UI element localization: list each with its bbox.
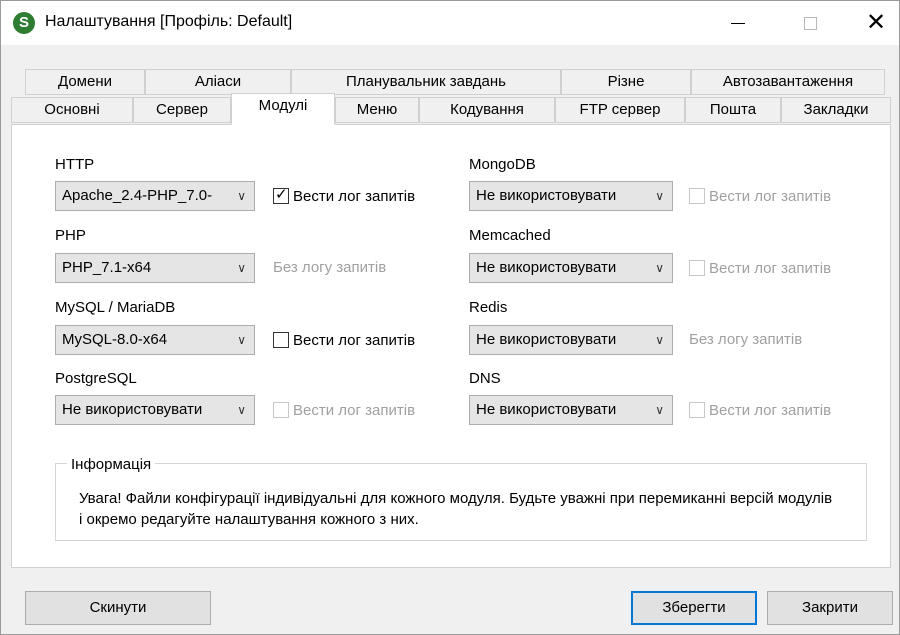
close-icon: ✕ bbox=[865, 9, 887, 36]
dns-log-label: Вести лог запитів bbox=[709, 401, 832, 419]
redis-no-log-note: Без логу запитів bbox=[689, 331, 803, 348]
tab-menu[interactable]: Меню bbox=[335, 97, 419, 123]
mongodb-module-select[interactable]: Не використовувати ∨ bbox=[469, 181, 673, 211]
mysql-module-select[interactable]: MySQL-8.0-x64 ∨ bbox=[55, 325, 255, 355]
window-title: Налаштування [Профіль: Default] bbox=[45, 13, 293, 30]
tab-general[interactable]: Основні bbox=[11, 97, 133, 123]
postgresql-selected-value: Не використовувати bbox=[62, 401, 203, 418]
postgresql-log-label: Вести лог запитів bbox=[293, 401, 416, 419]
chevron-down-icon: ∨ bbox=[237, 261, 246, 275]
checkbox-box bbox=[273, 332, 289, 348]
dns-selected-value: Не використовувати bbox=[476, 401, 617, 418]
http-selected-value: Apache_2.4-PHP_7.0- bbox=[62, 187, 213, 204]
tab-encoding[interactable]: Кодування bbox=[419, 97, 555, 123]
postgresql-label: PostgreSQL bbox=[55, 370, 137, 387]
mongodb-selected-value: Не використовувати bbox=[476, 187, 617, 204]
mysql-label: MySQL / MariaDB bbox=[55, 299, 176, 316]
redis-selected-value: Не використовувати bbox=[476, 331, 617, 348]
tab-server[interactable]: Сервер bbox=[133, 97, 231, 123]
checkbox-box bbox=[689, 260, 705, 276]
http-log-label: Вести лог запитів bbox=[293, 187, 416, 205]
dns-label: DNS bbox=[469, 370, 501, 387]
postgresql-module-select[interactable]: Не використовувати ∨ bbox=[55, 395, 255, 425]
chevron-down-icon: ∨ bbox=[237, 403, 246, 417]
save-button[interactable]: Зберегти bbox=[631, 591, 757, 625]
minimize-button[interactable] bbox=[715, 1, 761, 45]
mongodb-log-checkbox[interactable]: Вести лог запитів bbox=[689, 186, 831, 206]
info-group-title: Інформація bbox=[67, 456, 156, 473]
dns-module-select[interactable]: Не використовувати ∨ bbox=[469, 395, 673, 425]
http-log-checkbox[interactable]: ✓ Вести лог запитів bbox=[273, 186, 415, 206]
mongodb-log-label: Вести лог запитів bbox=[709, 187, 832, 205]
mongodb-label: MongoDB bbox=[469, 156, 536, 173]
redis-label: Redis bbox=[469, 299, 508, 316]
redis-module-select[interactable]: Не використовувати ∨ bbox=[469, 325, 673, 355]
close-window-button[interactable]: ✕ bbox=[853, 1, 899, 45]
settings-window: S Налаштування [Профіль: Default] ✕ Доме… bbox=[0, 0, 900, 635]
memcached-log-checkbox[interactable]: Вести лог запитів bbox=[689, 258, 831, 278]
tab-domains[interactable]: Домени bbox=[25, 69, 145, 95]
chevron-down-icon: ∨ bbox=[237, 189, 246, 203]
checkbox-box bbox=[689, 188, 705, 204]
php-label: PHP bbox=[55, 227, 86, 244]
memcached-label: Memcached bbox=[469, 227, 551, 244]
checkbox-box bbox=[273, 402, 289, 418]
chevron-down-icon: ∨ bbox=[237, 333, 246, 347]
checkbox-box: ✓ bbox=[273, 186, 289, 204]
memcached-selected-value: Не використовувати bbox=[476, 259, 617, 276]
mysql-selected-value: MySQL-8.0-x64 bbox=[62, 331, 168, 348]
chevron-down-icon: ∨ bbox=[655, 333, 664, 347]
tab-mail[interactable]: Пошта bbox=[685, 97, 781, 123]
close-button[interactable]: Закрити bbox=[767, 591, 893, 625]
title-bar: S Налаштування [Профіль: Default] ✕ bbox=[1, 1, 899, 45]
http-module-select[interactable]: Apache_2.4-PHP_7.0- ∨ bbox=[55, 181, 255, 211]
php-no-log-note: Без логу запитів bbox=[273, 259, 387, 276]
tab-autostart[interactable]: Автозавантаження bbox=[691, 69, 885, 95]
php-module-select[interactable]: PHP_7.1-x64 ∨ bbox=[55, 253, 255, 283]
php-selected-value: PHP_7.1-x64 bbox=[62, 259, 152, 276]
tab-misc[interactable]: Різне bbox=[561, 69, 691, 95]
chevron-down-icon: ∨ bbox=[655, 189, 664, 203]
app-logo-icon: S bbox=[13, 12, 35, 34]
tab-ftp-server[interactable]: FTP сервер bbox=[555, 97, 685, 123]
mysql-log-checkbox[interactable]: Вести лог запитів bbox=[273, 330, 415, 350]
info-text: Увага! Файли конфігурації індивідуальні … bbox=[79, 490, 833, 528]
memcached-log-label: Вести лог запитів bbox=[709, 259, 832, 277]
memcached-module-select[interactable]: Не використовувати ∨ bbox=[469, 253, 673, 283]
tab-bookmarks[interactable]: Закладки bbox=[781, 97, 891, 123]
chevron-down-icon: ∨ bbox=[655, 261, 664, 275]
mysql-log-label: Вести лог запитів bbox=[293, 331, 416, 349]
maximize-icon bbox=[803, 16, 817, 30]
maximize-button[interactable] bbox=[787, 1, 833, 45]
minimize-icon bbox=[731, 22, 745, 24]
chevron-down-icon: ∨ bbox=[655, 403, 664, 417]
postgresql-log-checkbox[interactable]: Вести лог запитів bbox=[273, 400, 415, 420]
tab-modules[interactable]: Модулі bbox=[231, 93, 335, 125]
tab-aliases[interactable]: Аліаси bbox=[145, 69, 291, 95]
http-label: HTTP bbox=[55, 156, 95, 173]
checkmark-icon: ✓ bbox=[275, 186, 288, 203]
tab-scheduler[interactable]: Планувальник завдань bbox=[291, 69, 561, 95]
reset-button[interactable]: Скинути bbox=[25, 591, 211, 625]
checkbox-box bbox=[689, 402, 705, 418]
dns-log-checkbox[interactable]: Вести лог запитів bbox=[689, 400, 831, 420]
